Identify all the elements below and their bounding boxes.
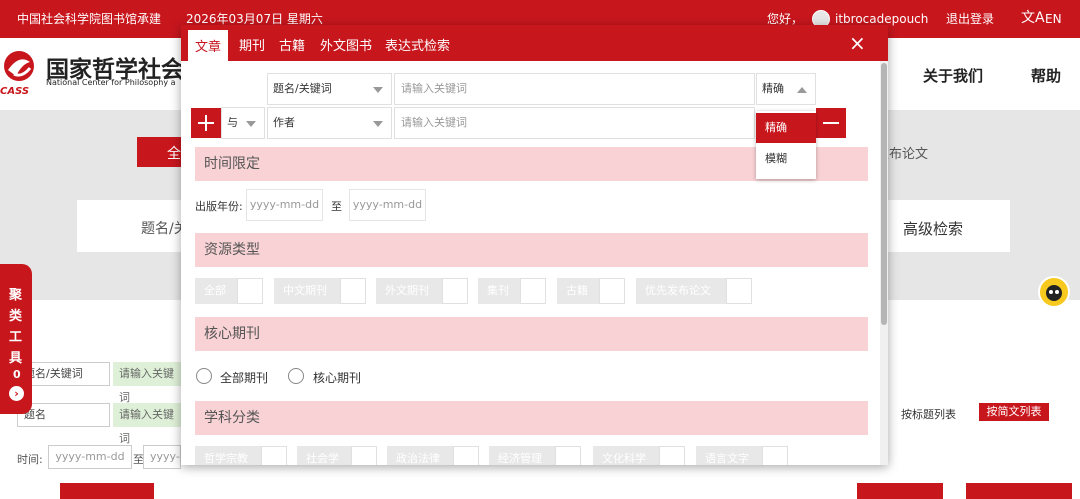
bg-advanced-button[interactable]: 高级检索 [903,218,963,239]
translate-icon[interactable]: 文A [1021,10,1045,26]
close-icon[interactable]: × [849,33,866,53]
chevron-right-icon[interactable]: › [9,386,24,401]
scrollbar-thumb[interactable] [881,63,887,325]
logo-abbr: CASS [0,86,30,97]
nav-help[interactable]: 帮助 [1031,65,1061,86]
row2-logic-select[interactable]: 与 [221,107,265,139]
assistant-icon[interactable] [1038,276,1070,308]
bg-time-to[interactable]: yyyy- [143,445,181,469]
logout-link[interactable]: 退出登录 [946,11,994,27]
subject-checkbox-philosophy[interactable]: 哲学宗教 [195,446,287,465]
bg-time-from[interactable]: yyyy-mm-dd [48,445,132,469]
bg-row2-input[interactable]: 请输入关键词 [113,403,183,445]
remove-row-button[interactable] [816,108,846,138]
chevron-up-icon [797,87,807,93]
row1-field-select[interactable]: 题名/关键词 [267,73,392,105]
match-option-fuzzy[interactable]: 模糊 [756,144,816,174]
bg-search-tab[interactable]: 全 [137,137,187,167]
year-sep: 至 [331,200,342,213]
bg-row1-input[interactable]: 请输入关键词 [113,362,183,404]
chevron-down-icon [373,121,383,127]
section-resource-type: 资源类型 [195,233,868,267]
match-dropdown: 精确 模糊 [756,111,816,179]
section-subject: 学科分类 [195,401,868,435]
radio-all-journals[interactable] [196,368,212,384]
year-label: 出版年份: [195,200,243,213]
tab-ancient-books[interactable]: 古籍 [279,35,305,54]
subject-checkbox-sociology[interactable]: 社会学 [297,446,377,465]
tab-expression-search[interactable]: 表达式检索 [385,35,450,54]
radio-core-journals-label: 核心期刊 [313,371,362,385]
modal-header: 文章 期刊 古籍 外文图书 表达式检索 × [181,25,888,61]
advanced-search-modal: 文章 期刊 古籍 外文图书 表达式检索 × 题名/关键词 请输入关键词 精确 与… [181,25,888,465]
bg-time-label: 时间: [17,453,43,466]
row1-match-select[interactable]: 精确 [756,73,816,105]
resource-checkbox-cn-journal[interactable]: 中文期刊 [274,278,366,304]
row1-keyword-input[interactable]: 请输入关键词 [394,73,755,105]
subject-checkbox-language[interactable]: 语言文字 [696,446,788,465]
chevron-down-icon [373,87,383,93]
cluster-count: 0 [13,368,21,381]
row2-field-select[interactable]: 作者 [267,107,392,139]
add-row-button[interactable] [191,108,221,138]
subject-checkbox-economics[interactable]: 经济管理 [489,446,581,465]
cluster-tool-tab[interactable]: 聚 类 工 具 0 › [0,264,32,414]
lang-switch[interactable]: EN [1045,11,1062,27]
bg-red-bar [857,483,943,499]
bg-red-bar [966,483,1072,499]
year-from-input[interactable]: yyyy-mm-dd [246,189,323,221]
bg-list-abstract[interactable]: 按简文列表 [979,403,1049,421]
subject-checkbox-politics-law[interactable]: 政治法律 [387,446,479,465]
org-text: 中国社会科学院图书馆承建 [17,12,162,26]
nav-about[interactable]: 关于我们 [923,65,983,86]
radio-core-journals[interactable] [288,368,304,384]
bg-list-title[interactable]: 按标题列表 [901,406,956,422]
tab-article[interactable]: 文章 [188,30,229,61]
logo-subtitle: National Center for Philosophy a [46,78,176,87]
modal-scrollbar[interactable] [880,61,888,465]
subject-checkbox-culture-science[interactable]: 文化科学 [593,446,685,465]
chevron-down-icon [246,121,256,127]
resource-checkbox-all[interactable]: 全部 [195,278,263,304]
year-to-input[interactable]: yyyy-mm-dd [349,189,426,221]
match-option-exact[interactable]: 精确 [756,113,816,143]
radio-all-journals-label: 全部期刊 [220,371,269,385]
resource-checkbox-foreign-journal[interactable]: 外文期刊 [376,278,468,304]
resource-checkbox-collection[interactable]: 集刊 [478,278,546,304]
tab-journal[interactable]: 期刊 [239,35,265,54]
section-core-journal: 核心期刊 [195,317,868,351]
tab-foreign-books[interactable]: 外文图书 [320,35,372,54]
resource-checkbox-ancient[interactable]: 古籍 [557,278,625,304]
resource-checkbox-priority[interactable]: 优先发布论文 [636,278,752,304]
bg-red-bar [60,483,154,499]
row2-keyword-input[interactable]: 请输入关键词 [394,107,755,139]
